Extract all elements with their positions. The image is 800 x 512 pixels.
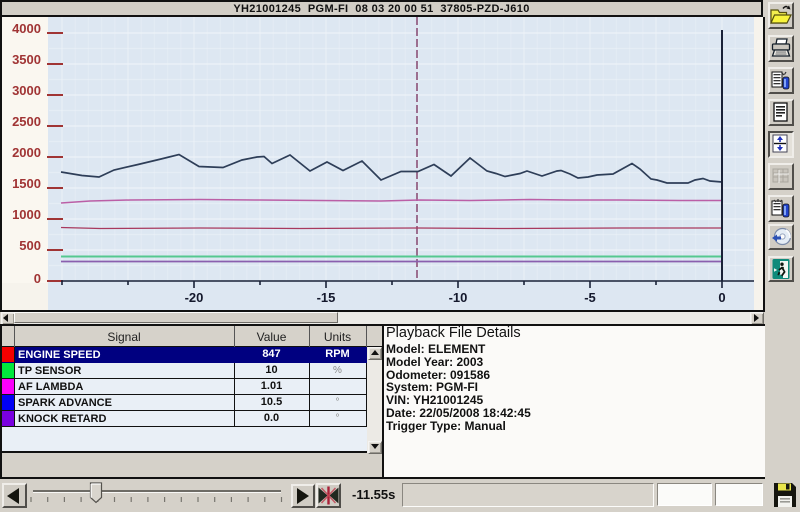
- svg-text:4000: 4000: [12, 21, 41, 36]
- svg-text:0: 0: [34, 271, 41, 286]
- svg-text:0: 0: [718, 290, 725, 305]
- svg-text:2000: 2000: [12, 145, 41, 160]
- svg-text:-20: -20: [185, 290, 204, 305]
- svg-text:3000: 3000: [12, 83, 41, 98]
- svg-text:500: 500: [19, 238, 41, 253]
- svg-text:1500: 1500: [12, 176, 41, 191]
- svg-text:-10: -10: [449, 290, 468, 305]
- svg-text:-5: -5: [584, 290, 596, 305]
- svg-text:2500: 2500: [12, 114, 41, 129]
- svg-text:1000: 1000: [12, 207, 41, 222]
- svg-text:3500: 3500: [12, 52, 41, 67]
- svg-text:-15: -15: [317, 290, 336, 305]
